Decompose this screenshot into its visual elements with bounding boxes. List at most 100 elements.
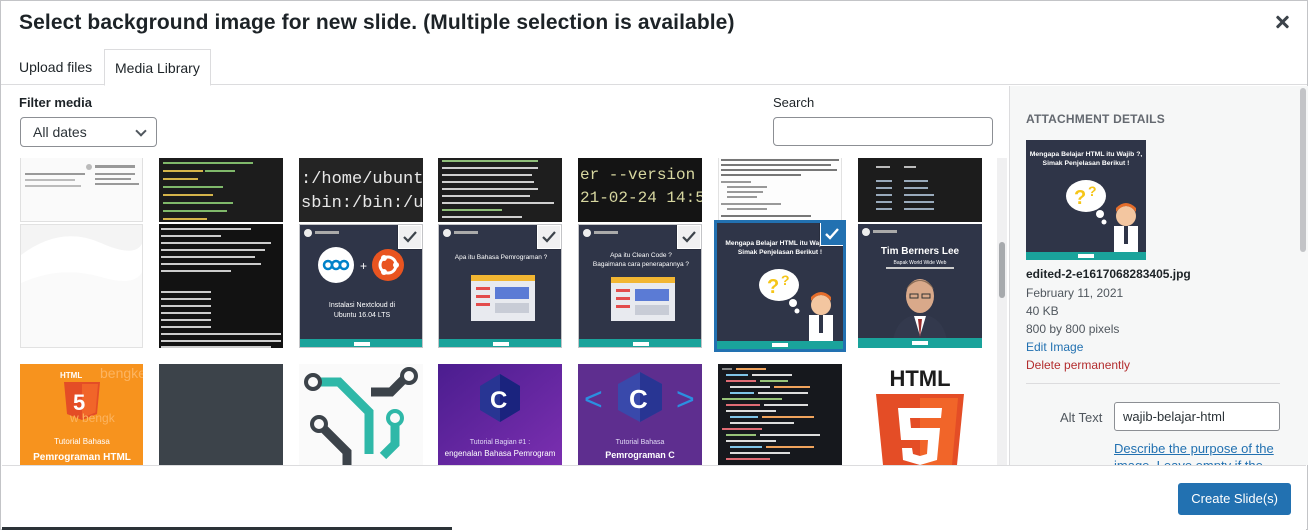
media-modal: Select background image for new slide. (… (0, 0, 1308, 530)
svg-text:?: ? (1074, 187, 1086, 209)
attachment-config-doc[interactable] (718, 158, 842, 222)
svg-text:Tutorial Bahasa: Tutorial Bahasa (54, 437, 110, 446)
tab-upload-files[interactable]: Upload files (9, 49, 102, 85)
svg-text:?: ? (1088, 183, 1097, 199)
close-icon[interactable] (1275, 15, 1289, 29)
grid-scrollbar-thumb[interactable] (999, 242, 1005, 298)
tutorial-c-bagian1-thumb: C Tutorial Bagian #1 : engenalan Bahasa … (438, 364, 562, 465)
svg-text:Tim Berners Lee: Tim Berners Lee (881, 246, 960, 257)
svg-text:<: < (584, 381, 603, 417)
attachment-terminal-path[interactable]: :/home/ubuntu/ sbin:/bin:/usr (299, 158, 423, 222)
svg-text:21-02-24 14:57: 21-02-24 14:57 (580, 189, 702, 207)
attachment-tutorial-c-bagian1[interactable]: C Tutorial Bagian #1 : engenalan Bahasa … (438, 364, 562, 465)
svg-text:C: C (490, 387, 507, 414)
svg-text:Tutorial Bagian #1 :: Tutorial Bagian #1 : (470, 439, 530, 446)
attachment-details-sidebar: ATTACHMENT DETAILS Mengapa Belajar HTML … (1009, 86, 1308, 465)
svg-text:Bagaimana cara penerapannya ?: Bagaimana cara penerapannya ? (593, 261, 690, 268)
delete-permanently-link[interactable]: Delete permanently (1026, 358, 1130, 372)
modal-title: Select background image for new slide. (… (19, 11, 735, 34)
attachments-grid: :/home/ubuntu/ sbin:/bin:/usr (2, 158, 995, 465)
svg-text:?: ? (781, 272, 790, 288)
svg-text:?: ? (767, 276, 779, 298)
attachment-tutorial-html-orange[interactable]: bengkelti.com HTML 5 w bengk Tutorial Ba… (20, 364, 143, 465)
svg-text:HTML: HTML (60, 371, 82, 380)
attachment-dark-slate[interactable] (159, 364, 283, 465)
svg-text:Simak Penjelasan Berikut !: Simak Penjelasan Berikut ! (1043, 160, 1130, 167)
svg-text:sbin:/bin:/usr: sbin:/bin:/usr (301, 194, 423, 213)
attachment-ufw-table[interactable] (858, 158, 982, 222)
attachment-tim-berners-lee[interactable]: Tim Berners Lee Bapak World Wide Web (858, 224, 982, 348)
date-filter-value: All dates (33, 124, 87, 140)
terminal-version-thumb: er --version 21-02-24 14:57 (578, 158, 702, 222)
attachment-wave-placeholder[interactable] (20, 224, 143, 348)
svg-text:Simak Penjelasan Berikut !: Simak Penjelasan Berikut ! (738, 249, 822, 256)
attachment-docs-screenshot[interactable] (20, 158, 143, 222)
circuit-logo-thumb (299, 364, 423, 465)
svg-text:bengkelti.com: bengkelti.com (100, 365, 143, 381)
wave-placeholder-thumb (21, 225, 142, 347)
sidebar-scrollbar[interactable] (1299, 86, 1307, 256)
selection-check-icon[interactable] (398, 225, 422, 249)
svg-text:C: C (629, 384, 648, 414)
attachment-belajar-html[interactable]: Mengapa Belajar HTML itu Wajib ?, Simak … (714, 220, 846, 352)
svg-text:Pemrograman C: Pemrograman C (605, 450, 675, 460)
selection-check-icon[interactable] (537, 225, 561, 249)
ufw-table-thumb (858, 158, 982, 222)
tutorial-html-orange-thumb: bengkelti.com HTML 5 w bengk Tutorial Ba… (20, 364, 143, 465)
create-slides-button[interactable]: Create Slide(s) (1178, 483, 1291, 515)
terminal-green-thumb (159, 158, 283, 222)
terminal-path-thumb: :/home/ubuntu/ sbin:/bin:/usr (299, 158, 423, 222)
svg-text:er --version: er --version (580, 166, 695, 184)
attachment-dimensions: 800 by 800 pixels (1026, 322, 1120, 336)
selected-check-icon[interactable] (820, 223, 843, 246)
chevron-down-icon (135, 125, 147, 137)
grid-scrollbar[interactable] (997, 158, 1007, 465)
attachment-details-heading: ATTACHMENT DETAILS (1026, 112, 1165, 126)
belajar-html-preview: Mengapa Belajar HTML itu Wajib ?, Simak … (1026, 140, 1146, 260)
search-input[interactable] (773, 117, 993, 146)
attachment-terminal-green[interactable] (159, 158, 283, 222)
media-tabs: Upload files Media Library (1, 49, 1307, 86)
svg-text::/home/ubuntu/: :/home/ubuntu/ (301, 170, 423, 189)
svg-text:Instalasi Nextcloud di: Instalasi Nextcloud di (329, 302, 396, 309)
svg-text:+: + (360, 259, 367, 273)
attachment-tutorial-c-purple[interactable]: < > C Tutorial Bahasa Pemrograman C (578, 364, 702, 465)
svg-text:engenalan Bahasa Pemrogram: engenalan Bahasa Pemrogram (445, 449, 556, 458)
edit-image-link[interactable]: Edit Image (1026, 340, 1083, 354)
svg-text:Apa itu Clean Code ?: Apa itu Clean Code ? (610, 252, 672, 259)
attachment-terminal-version[interactable]: er --version 21-02-24 14:57 (578, 158, 702, 222)
date-filter-select[interactable]: All dates (20, 117, 157, 147)
attachment-apache-terminal[interactable] (159, 224, 283, 348)
config-doc-thumb (719, 158, 841, 221)
svg-text:Mengapa Belajar HTML itu Wajib: Mengapa Belajar HTML itu Wajib ?, (1030, 151, 1143, 158)
tab-media-library[interactable]: Media Library (104, 49, 211, 86)
attachment-preview: Mengapa Belajar HTML itu Wajib ?, Simak … (1026, 140, 1146, 260)
attachment-circuit-logo[interactable] (299, 364, 423, 465)
svg-text:w bengk: w bengk (69, 411, 116, 425)
code-editor-thumb (718, 364, 842, 465)
describe-purpose-link[interactable]: Describe the purpose of the image. Leave… (1114, 440, 1284, 465)
svg-text:Ubuntu 16.04 LTS: Ubuntu 16.04 LTS (334, 312, 391, 319)
sidebar-scrollbar-thumb[interactable] (1300, 88, 1306, 252)
svg-text:Pemrograman HTML: Pemrograman HTML (33, 452, 131, 463)
attachment-nextcloud-ubuntu[interactable]: + Instalasi Nextcloud di Ubuntu 16.04 LT… (299, 224, 423, 348)
terminal-extract-thumb (438, 158, 562, 222)
svg-text:Mengapa Belajar HTML itu Wajib: Mengapa Belajar HTML itu Wajib ?, (725, 240, 834, 247)
attachment-html5-logo[interactable]: HTML (858, 364, 982, 465)
attachment-date: February 11, 2021 (1026, 286, 1124, 300)
apache-terminal-thumb (159, 224, 283, 348)
docs-screenshot-thumb (21, 158, 142, 221)
alt-text-input[interactable]: wajib-belajar-html (1114, 402, 1280, 431)
attachment-terminal-extract[interactable] (438, 158, 562, 222)
selection-check-icon[interactable] (677, 225, 701, 249)
attachment-clean-code[interactable]: Apa itu Clean Code ? Bagaimana cara pene… (578, 224, 702, 348)
modal-toolbar: Create Slide(s) (2, 465, 1306, 530)
attachment-filesize: 40 KB (1026, 304, 1059, 318)
attachment-bahasa-pemrograman[interactable]: Apa itu Bahasa Pemrograman ? (438, 224, 562, 348)
svg-text:>: > (676, 381, 695, 417)
svg-text:Bapak World Wide Web: Bapak World Wide Web (894, 260, 947, 266)
tim-berners-lee-thumb: Tim Berners Lee Bapak World Wide Web (858, 224, 982, 348)
attachment-filename: edited-2-e1617068283405.jpg (1026, 267, 1191, 281)
attachment-code-editor[interactable] (718, 364, 842, 465)
tutorial-c-purple-thumb: < > C Tutorial Bahasa Pemrograman C (578, 364, 702, 465)
